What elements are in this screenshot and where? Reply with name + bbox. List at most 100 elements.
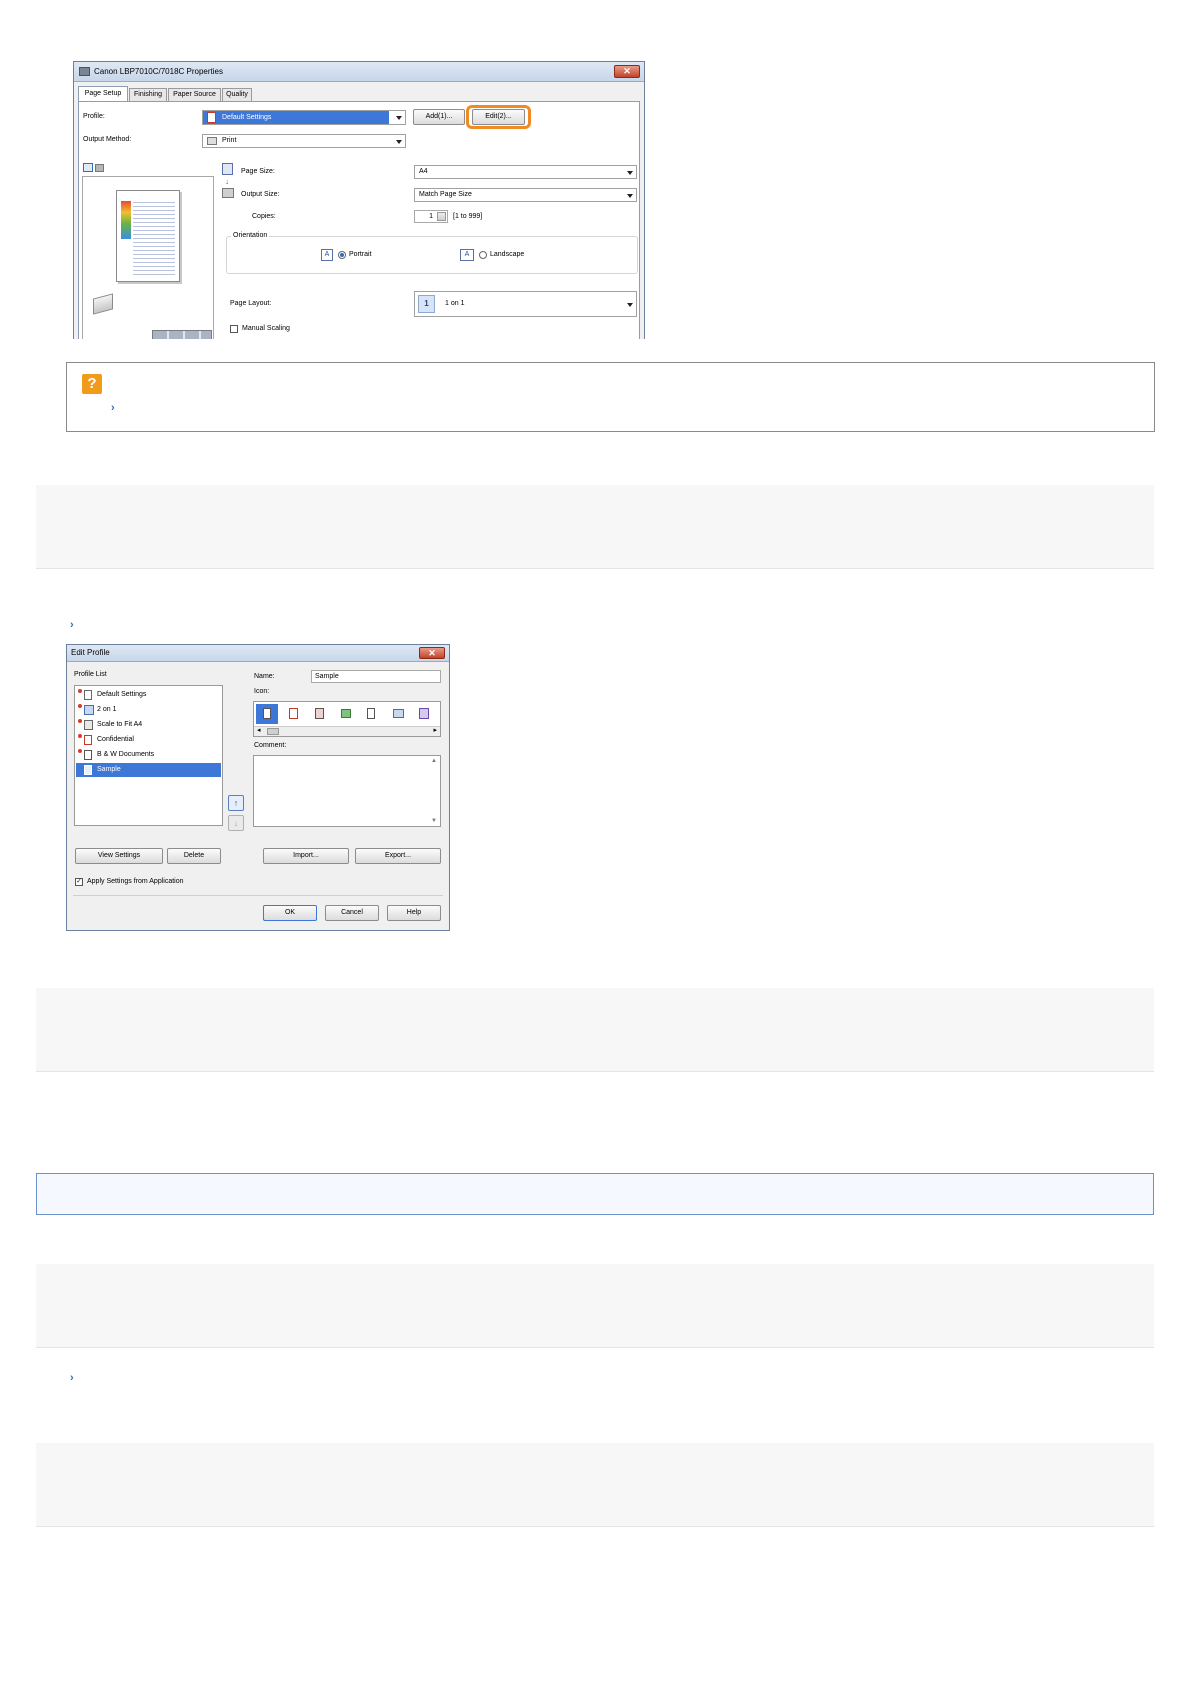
output-method-combo[interactable]: Print — [202, 134, 406, 148]
export-button[interactable]: Export... — [355, 848, 441, 864]
page-size-combo[interactable]: A4 — [414, 165, 637, 179]
close-icon: ✕ — [623, 66, 631, 76]
landscape-radio[interactable] — [479, 251, 487, 259]
profile-item-label: Scale to Fit A4 — [97, 721, 143, 728]
info-box — [36, 1173, 1154, 1215]
arrow-down-icon: ↓ — [233, 818, 239, 828]
name-input[interactable]: Sample — [311, 670, 441, 683]
output-method-label: Output Method: — [83, 136, 132, 143]
output-size-combo[interactable]: Match Page Size — [414, 188, 637, 202]
confidential-icon — [84, 735, 92, 745]
star-marker-icon — [78, 704, 82, 708]
binding-icons — [152, 330, 212, 339]
icon-option[interactable] — [393, 709, 404, 718]
page-layout-number: 1 — [418, 295, 435, 313]
arrow-bullet-icon: › — [70, 1372, 74, 1384]
icon-option[interactable] — [419, 708, 429, 719]
star-marker-icon — [78, 734, 82, 738]
portrait-a-icon: A — [321, 249, 333, 261]
manual-scaling-checkbox[interactable] — [230, 325, 238, 333]
page-layout-combo[interactable]: 1 1 on 1 — [414, 291, 637, 317]
manual-scaling-label: Manual Scaling — [242, 325, 290, 332]
add-button[interactable]: Add(1)... — [413, 109, 465, 125]
list-item[interactable]: 2 on 1 — [76, 703, 221, 717]
arrow-bullet-icon: › — [70, 619, 74, 631]
copies-label: Copies: — [252, 213, 276, 220]
chevron-down-icon — [396, 116, 402, 120]
list-item[interactable]: Default Settings — [76, 688, 221, 702]
landscape-a-icon: A — [460, 249, 474, 261]
view-settings-button[interactable]: View Settings — [75, 848, 163, 864]
scroll-left-icon: ◂ — [257, 727, 261, 734]
comment-label: Comment: — [254, 742, 287, 749]
portrait-radio[interactable] — [338, 251, 346, 259]
copies-spinner[interactable]: 1 — [414, 210, 448, 223]
close-button[interactable]: ✕ — [419, 647, 445, 659]
down-arrow-icon: ↓ — [225, 177, 229, 186]
close-button[interactable]: ✕ — [614, 65, 640, 78]
chevron-down-icon — [396, 140, 402, 144]
scroll-right-icon: ▸ — [433, 727, 437, 734]
preview-color-bar — [121, 201, 131, 239]
chevron-down-icon — [627, 194, 633, 198]
move-down-button[interactable]: ↓ — [228, 815, 244, 831]
profile-label: Profile: — [83, 113, 105, 120]
profile-combo[interactable]: Default Settings — [202, 110, 406, 125]
icon-option[interactable] — [367, 708, 375, 719]
page-layout-value: 1 on 1 — [445, 300, 465, 307]
page-size-value: A4 — [419, 168, 428, 175]
step-band-3 — [36, 1264, 1154, 1348]
apply-settings-label: Apply Settings from Application — [87, 878, 184, 885]
list-item-selected[interactable]: Sample — [76, 763, 221, 777]
icon-picker[interactable]: ◂ ▸ — [253, 701, 441, 737]
bw-document-icon — [84, 750, 92, 760]
list-item[interactable]: Scale to Fit A4 — [76, 718, 221, 732]
import-button[interactable]: Import... — [263, 848, 349, 864]
star-marker-icon — [78, 749, 82, 753]
preview-mode-icon — [83, 163, 93, 172]
output-size-icon — [222, 188, 234, 198]
edit-button[interactable]: Edit(2)... — [472, 109, 525, 125]
icon-option[interactable] — [341, 709, 351, 718]
tab-page-setup[interactable]: Page Setup — [78, 86, 128, 101]
tab-finishing[interactable]: Finishing — [129, 88, 167, 101]
profile-item-label: 2 on 1 — [97, 706, 117, 713]
list-item[interactable]: Confidential — [76, 733, 221, 747]
two-on-one-icon — [84, 705, 94, 715]
icon-scrollbar[interactable]: ◂ ▸ — [254, 726, 440, 736]
copies-value: 1 — [429, 213, 433, 220]
step-band-2 — [36, 988, 1154, 1072]
page-size-label: Page Size: — [241, 168, 275, 175]
profile-list-label: Profile List — [74, 671, 107, 678]
properties-titlebar: Canon LBP7010C/7018C Properties ✕ — [74, 62, 644, 82]
ok-button[interactable]: OK — [263, 905, 317, 921]
help-note-box: ? › — [66, 362, 1155, 432]
tab-quality[interactable]: Quality — [222, 88, 252, 101]
document-icon — [263, 708, 271, 719]
comment-textarea[interactable]: ▲ ▼ — [253, 755, 441, 827]
help-button[interactable]: Help — [387, 905, 441, 921]
orientation-label: Orientation — [231, 232, 270, 239]
star-marker-icon — [78, 689, 82, 693]
icon-option[interactable] — [289, 708, 298, 719]
document-icon — [84, 765, 92, 775]
scroll-up-icon: ▲ — [431, 758, 437, 764]
profile-listbox[interactable]: Default Settings 2 on 1 Scale to Fit A4 … — [74, 685, 223, 826]
apply-settings-checkbox[interactable]: ✓ — [75, 878, 83, 886]
cancel-button[interactable]: Cancel — [325, 905, 379, 921]
properties-title: Canon LBP7010C/7018C Properties — [94, 67, 223, 76]
edit-profile-titlebar: Edit Profile ✕ — [67, 645, 449, 662]
star-marker-icon — [78, 719, 82, 723]
icon-option[interactable] — [315, 708, 324, 719]
chevron-down-icon — [627, 303, 633, 307]
edit-profile-dialog: Edit Profile ✕ Profile List Default Sett… — [66, 644, 450, 931]
spinner-arrows-icon — [437, 212, 446, 221]
orientation-group — [226, 236, 638, 274]
printer-preview-icon — [95, 164, 104, 172]
delete-button[interactable]: Delete — [167, 848, 221, 864]
list-item[interactable]: B & W Documents — [76, 748, 221, 762]
scroll-thumb[interactable] — [267, 728, 279, 735]
step-band-4 — [36, 1443, 1154, 1527]
move-up-button[interactable]: ↑ — [228, 795, 244, 811]
tab-paper-source[interactable]: Paper Source — [168, 88, 221, 101]
